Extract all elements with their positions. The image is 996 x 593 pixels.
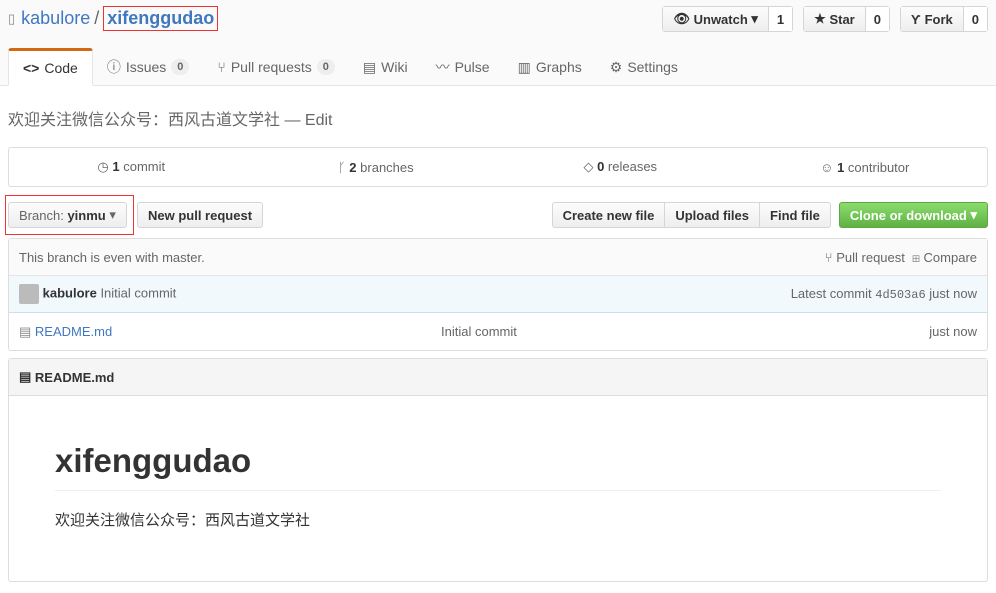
compare-link[interactable]: ⊞ Compare bbox=[912, 250, 977, 265]
new-pull-request-button[interactable]: New pull request bbox=[137, 202, 264, 228]
fork-button[interactable]: Ƴ Fork bbox=[900, 7, 964, 31]
fork-group: Ƴ Fork 0 bbox=[899, 6, 988, 32]
branch-icon: ᚴ bbox=[337, 159, 346, 175]
readme-header: README.md bbox=[34, 369, 115, 385]
tab-code[interactable]: <> Code bbox=[8, 48, 93, 86]
issue-icon: ⓘ bbox=[106, 59, 121, 75]
graph-icon: ▥ bbox=[517, 58, 531, 75]
edit-description-link[interactable]: — Edit bbox=[284, 112, 332, 129]
tab-wiki[interactable]: ▤ Wiki bbox=[349, 48, 422, 86]
history-icon: ◷ bbox=[97, 159, 109, 174]
owner-link[interactable]: kabulore bbox=[21, 8, 90, 29]
issues-count: 0 bbox=[171, 59, 190, 75]
repo-summary: ◷ 1 commit ᚴ 2 branches ◇ 0 releases ☺ 1… bbox=[8, 147, 988, 187]
file-commit-message[interactable]: Initial commit bbox=[441, 324, 929, 339]
repo-icon: ▯ bbox=[8, 10, 16, 26]
fork-icon: Ƴ bbox=[910, 11, 925, 27]
book-icon: ▤ bbox=[362, 58, 377, 75]
commit-message[interactable]: Initial commit bbox=[100, 285, 176, 300]
fork-count[interactable]: 0 bbox=[963, 7, 987, 31]
avatar bbox=[19, 284, 39, 304]
tab-settings[interactable]: ⚙ Settings bbox=[596, 48, 692, 86]
pulse-icon: 〰 bbox=[435, 59, 450, 75]
tag-icon: ◇ bbox=[583, 159, 594, 174]
pull-request-icon: ⑂ bbox=[217, 59, 226, 75]
readme-body: 欢迎关注微信公众号：西风古道文学社 bbox=[55, 512, 311, 529]
repo-title: ▯ kabulore / xifenggudao bbox=[8, 6, 219, 31]
watch-count[interactable]: 1 bbox=[768, 7, 793, 31]
upload-files-button[interactable]: Upload files bbox=[665, 202, 761, 228]
file-row: ▤ README.md Initial commit just now bbox=[9, 313, 987, 350]
file-link[interactable]: README.md bbox=[35, 324, 112, 339]
commits-link[interactable]: ◷ 1 commit bbox=[9, 159, 254, 175]
gear-icon: ⚙ bbox=[609, 58, 623, 75]
repo-header: ▯ kabulore / xifenggudao 👁 Unwatch ▾ 1 ★ … bbox=[0, 0, 996, 86]
branch-select[interactable]: Branch: yinmu ▾ bbox=[8, 202, 127, 228]
branches-link[interactable]: ᚴ 2 branches bbox=[254, 160, 499, 175]
file-list: This branch is even with master. ⑂ Pull … bbox=[8, 238, 988, 351]
eye-icon: 👁 bbox=[673, 11, 694, 26]
pull-request-link[interactable]: ⑂ Pull request bbox=[825, 250, 905, 265]
commit-author[interactable]: kabulore bbox=[43, 285, 97, 300]
tab-pull-requests[interactable]: ⑂ Pull requests 0 bbox=[203, 48, 348, 86]
find-file-button[interactable]: Find file bbox=[760, 202, 831, 228]
caret-down-icon: ▾ bbox=[109, 207, 116, 222]
file-icon: ▤ bbox=[19, 323, 32, 339]
star-count[interactable]: 0 bbox=[865, 7, 889, 31]
star-button[interactable]: ★ Star bbox=[804, 7, 866, 31]
tab-graphs[interactable]: ▥ Graphs bbox=[504, 48, 596, 86]
book-icon: ▤ bbox=[19, 369, 35, 384]
unwatch-button[interactable]: 👁 Unwatch ▾ bbox=[663, 7, 769, 31]
readme-panel: ▤ README.md xifenggudao 欢迎关注微信公众号：西风古道文学… bbox=[8, 358, 988, 582]
readme-title: xifenggudao bbox=[55, 442, 941, 491]
pr-count: 0 bbox=[316, 59, 335, 75]
contributors-link[interactable]: ☺ 1 contributor bbox=[743, 160, 988, 175]
clone-download-button[interactable]: Clone or download ▾ bbox=[838, 202, 988, 228]
tab-issues[interactable]: ⓘ Issues 0 bbox=[93, 48, 204, 86]
file-time: just now bbox=[929, 324, 977, 339]
repo-link[interactable]: xifenggudao bbox=[103, 6, 219, 31]
tab-pulse[interactable]: 〰 Pulse bbox=[422, 48, 504, 86]
latest-commit: kabulore Initial commit Latest commit 4d… bbox=[9, 276, 987, 313]
separator: / bbox=[94, 8, 100, 28]
people-icon: ☺ bbox=[820, 159, 834, 175]
star-group: ★ Star 0 bbox=[803, 6, 890, 32]
watch-group: 👁 Unwatch ▾ 1 bbox=[662, 6, 794, 32]
create-new-file-button[interactable]: Create new file bbox=[551, 202, 666, 228]
code-icon: <> bbox=[23, 60, 40, 76]
branch-status: This branch is even with master. ⑂ Pull … bbox=[9, 239, 987, 276]
commit-sha[interactable]: 4d503a6 bbox=[875, 288, 925, 302]
repo-tabs: <> Code ⓘ Issues 0 ⑂ Pull requests 0 ▤ Wiki 〰 P… bbox=[8, 48, 692, 86]
releases-link[interactable]: ◇ 0 releases bbox=[498, 159, 743, 175]
star-icon: ★ bbox=[814, 11, 830, 26]
repo-description: 欢迎关注微信公众号：西风古道文学社 — Edit bbox=[8, 112, 333, 129]
